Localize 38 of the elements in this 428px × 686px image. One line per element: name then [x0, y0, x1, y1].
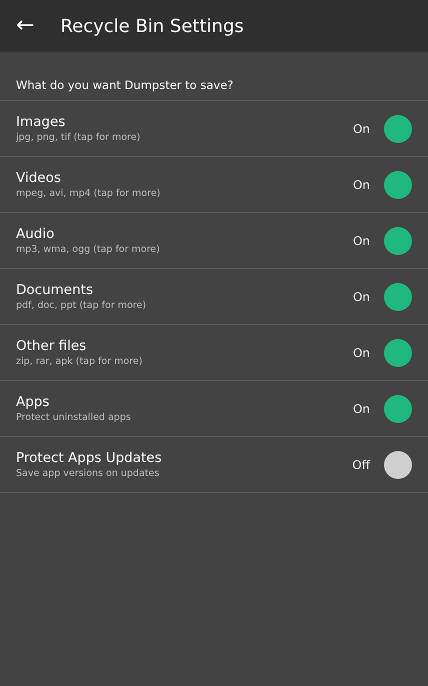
back-button[interactable]: ←	[16, 15, 34, 37]
setting-title: Apps	[16, 394, 50, 410]
setting-subtitle: jpg, png, tif (tap for more)	[16, 132, 140, 143]
setting-title: Other files	[16, 338, 86, 354]
setting-subtitle: Save app versions on updates	[16, 468, 160, 479]
setting-row[interactable]: Videos mpeg, avi, mp4 (tap for more) On	[0, 157, 428, 213]
toggle-state-label: On	[352, 122, 370, 136]
setting-title: Documents	[16, 282, 93, 298]
toggle-switch[interactable]	[384, 338, 412, 366]
setting-title: Audio	[16, 226, 54, 242]
setting-row[interactable]: Audio mp3, wma, ogg (tap for more) On	[0, 213, 428, 269]
section-label: What do you want Dumpster to save?	[0, 52, 428, 101]
setting-title: Protect Apps Updates	[16, 450, 162, 466]
setting-subtitle: pdf, doc, ppt (tap for more)	[16, 300, 146, 311]
toggle-state-label: On	[352, 178, 370, 192]
setting-row[interactable]: Documents pdf, doc, ppt (tap for more) On	[0, 269, 428, 325]
setting-row[interactable]: Other files zip, rar, apk (tap for more) On	[0, 325, 428, 381]
setting-subtitle: zip, rar, apk (tap for more)	[16, 356, 142, 367]
toggle-state-label: On	[352, 234, 370, 248]
toggle-switch[interactable]	[384, 170, 412, 198]
toggle-switch[interactable]	[384, 282, 412, 310]
setting-title: Videos	[16, 170, 61, 186]
toggle-switch[interactable]	[384, 450, 412, 478]
setting-subtitle: mpeg, avi, mp4 (tap for more)	[16, 188, 160, 199]
toggle-state-label: On	[352, 346, 370, 360]
toggle-state-label: Off	[352, 458, 370, 472]
setting-title: Images	[16, 114, 66, 130]
setting-row[interactable]: Protect Apps Updates Save app versions on updates Off	[0, 437, 428, 493]
toggle-state-label: On	[352, 290, 370, 304]
toggle-state-label: On	[352, 402, 370, 416]
setting-row[interactable]: Images jpg, png, tif (tap for more) On	[0, 101, 428, 157]
setting-row[interactable]: Apps Protect uninstalled apps On	[0, 381, 428, 437]
toggle-switch[interactable]	[384, 114, 412, 142]
toggle-switch[interactable]	[384, 394, 412, 422]
screen-title: Recycle Bin Settings	[60, 16, 244, 36]
setting-subtitle: Protect uninstalled apps	[16, 412, 131, 423]
setting-subtitle: mp3, wma, ogg (tap for more)	[16, 244, 160, 255]
toggle-switch[interactable]	[384, 226, 412, 254]
